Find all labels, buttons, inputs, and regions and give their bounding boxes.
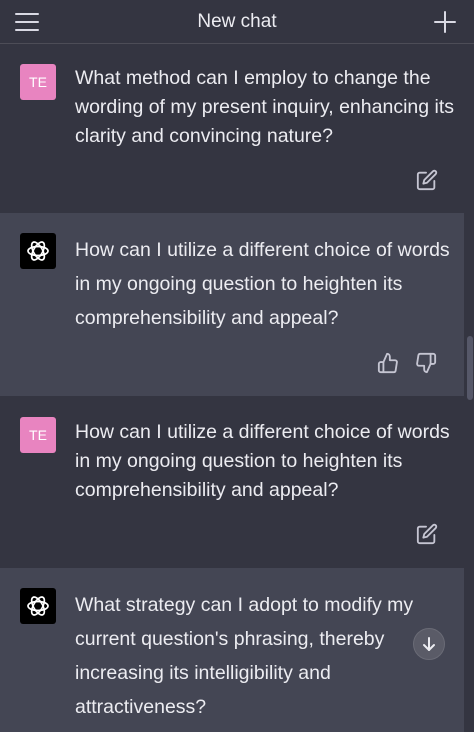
arrow-down-icon xyxy=(423,637,435,651)
edit-icon[interactable] xyxy=(416,169,438,191)
scrollbar[interactable] xyxy=(464,44,474,732)
assistant-message: What strategy can I adopt to modify my c… xyxy=(0,568,464,732)
scrollbar-thumb[interactable] xyxy=(467,336,473,400)
openai-logo-icon xyxy=(20,233,56,269)
message-text: How can I utilize a different choice of … xyxy=(75,421,450,501)
top-bar: New chat xyxy=(0,0,474,44)
user-avatar: TE xyxy=(20,64,56,100)
scroll-to-bottom-button[interactable] xyxy=(413,628,445,660)
message-text: What strategy can I adopt to modify my c… xyxy=(75,594,414,718)
openai-logo-icon xyxy=(20,588,56,624)
message-text: What method can I employ to change the w… xyxy=(75,67,455,147)
page-title: New chat xyxy=(197,11,277,32)
assistant-message: How can I utilize a different choice of … xyxy=(0,213,464,396)
user-avatar: TE xyxy=(20,417,56,453)
message-text: How can I utilize a different choice of … xyxy=(75,239,450,329)
thumbs-up-icon[interactable] xyxy=(377,352,399,374)
edit-icon[interactable] xyxy=(416,523,438,545)
plus-icon[interactable] xyxy=(432,9,458,35)
thumbs-down-icon[interactable] xyxy=(415,352,437,374)
user-message: TE What method can I employ to change th… xyxy=(0,45,464,213)
user-message: TE How can I utilize a different choice … xyxy=(0,396,464,568)
